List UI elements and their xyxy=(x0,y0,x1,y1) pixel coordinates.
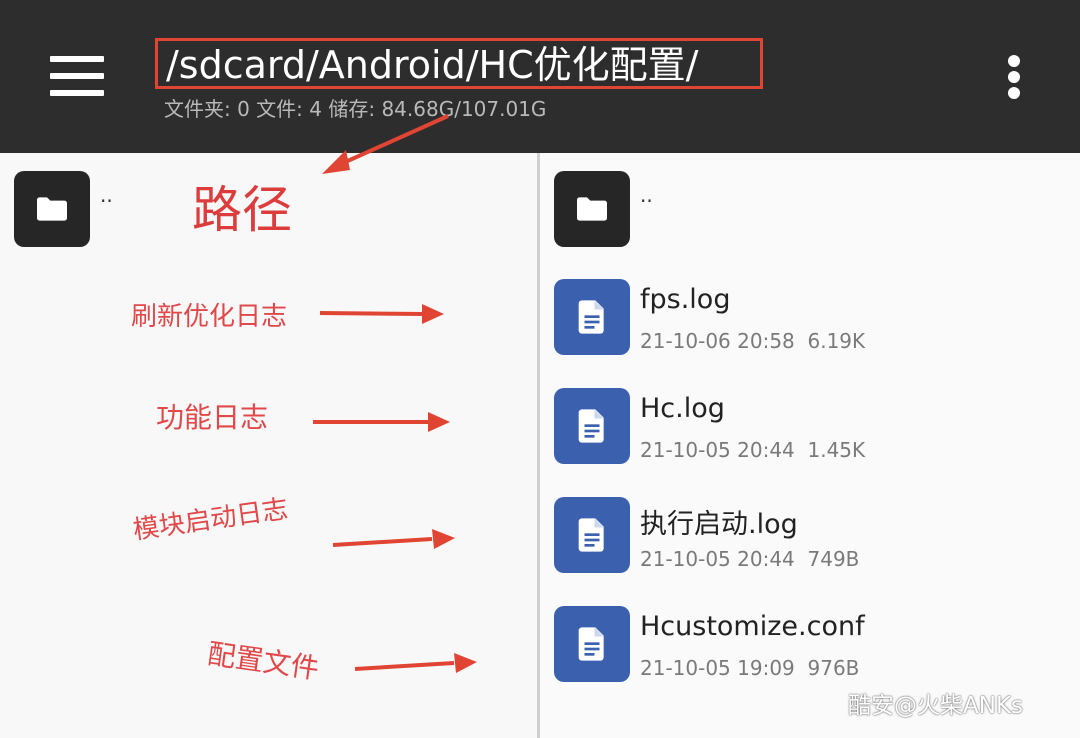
file-size: 1.45K xyxy=(807,438,866,462)
annotation-function-log: 功能日志 xyxy=(156,401,269,434)
file-date: 21-10-05 20:44 xyxy=(640,547,795,571)
app-toolbar: /sdcard/Android/HC优化配置/ 文件夹: 0 文件: 4 储存:… xyxy=(0,0,1080,153)
annotation-refresh-log: 刷新优化日志 xyxy=(131,302,288,332)
file-item-fps-log[interactable] xyxy=(554,279,630,355)
annotation-path: 路径 xyxy=(192,181,292,239)
parent-dir-label-left: .. xyxy=(100,183,113,207)
parent-folder-item-left[interactable] xyxy=(14,171,90,247)
parent-folder-item-right[interactable] xyxy=(554,171,630,247)
file-meta: 21-10-05 20:44 1.45K xyxy=(640,438,865,462)
watermark: 酷安@火柴ANKs xyxy=(848,693,1024,719)
document-icon xyxy=(578,627,604,661)
file-name: Hcustomize.conf xyxy=(640,611,865,642)
file-date: 21-10-05 19:09 xyxy=(640,656,795,680)
file-name: 执行启动.log xyxy=(640,509,798,540)
file-item-hc-log[interactable] xyxy=(554,388,630,464)
file-name: fps.log xyxy=(640,284,731,315)
file-meta: 21-10-05 20:44 749B xyxy=(640,547,859,571)
folder-icon xyxy=(577,197,607,221)
file-meta: 21-10-05 19:09 976B xyxy=(640,656,859,680)
parent-dir-label-right: .. xyxy=(640,183,653,207)
file-size: 976B xyxy=(807,656,860,680)
document-icon xyxy=(578,409,604,443)
folder-icon xyxy=(37,197,67,221)
file-size: 749B xyxy=(807,547,860,571)
path-stats: 文件夹: 0 文件: 4 储存: 84.68G/107.01G xyxy=(164,97,547,121)
document-icon xyxy=(578,518,604,552)
file-meta: 21-10-06 20:58 6.19K xyxy=(640,329,865,353)
file-date: 21-10-06 20:58 xyxy=(640,329,795,353)
path-highlight-box: /sdcard/Android/HC优化配置/ xyxy=(155,38,763,89)
hamburger-menu-icon[interactable] xyxy=(50,56,104,96)
more-vert-icon[interactable] xyxy=(1002,52,1026,102)
file-size: 6.19K xyxy=(807,329,866,353)
file-name: Hc.log xyxy=(640,393,725,424)
file-date: 21-10-05 20:44 xyxy=(640,438,795,462)
file-item-hcustomize-conf[interactable] xyxy=(554,606,630,682)
file-item-startup-log[interactable] xyxy=(554,497,630,573)
document-icon xyxy=(578,300,604,334)
current-path[interactable]: /sdcard/Android/HC优化配置/ xyxy=(166,42,698,88)
